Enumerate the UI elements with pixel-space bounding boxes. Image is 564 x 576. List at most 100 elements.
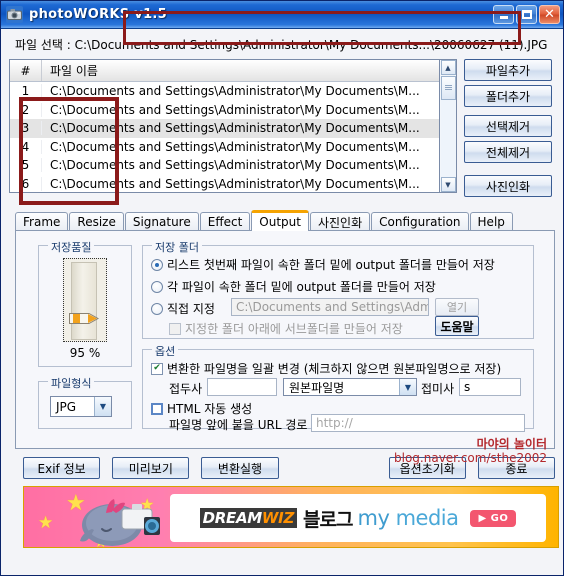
quality-slider-track[interactable]: [71, 262, 97, 340]
tab-frame[interactable]: Frame: [15, 212, 69, 231]
file-list-scrollbar[interactable]: ▲ ▼: [440, 59, 457, 193]
format-selected-value: JPG: [56, 399, 77, 414]
suffix-label: 접미사: [421, 380, 454, 397]
save-folder-group: 저장 폴더 리스트 첫번째 파일이 속한 폴더 밑에 output 폴더를 만들…: [142, 239, 534, 339]
star-icon: ★: [38, 513, 54, 533]
scroll-down-icon[interactable]: ▼: [440, 177, 456, 192]
photoworks-window: photoWORKS v1.5 ✕ 파일 선택 : C:\Documents a…: [0, 0, 564, 576]
radio-icon[interactable]: [151, 302, 163, 315]
chevron-down-icon[interactable]: ▼: [94, 397, 111, 416]
row-filename: C:\Documents and Settings\Administrator\…: [50, 158, 420, 173]
options-group-title: 옵션: [152, 343, 179, 359]
format-select[interactable]: JPG ▼: [50, 396, 112, 417]
subfolder-checkbox-row[interactable]: 지정한 폴더 아래에 서브폴더를 만들어 저장: [169, 320, 403, 337]
window-controls: ✕: [493, 5, 560, 24]
window-title: photoWORKS v1.5: [29, 7, 168, 22]
prefix-input[interactable]: [207, 378, 277, 396]
scrollbar-thumb[interactable]: [440, 76, 456, 100]
table-row[interactable]: 5 C:\Documents and Settings\Administrato…: [10, 156, 439, 175]
prefix-label-text: 접두사: [169, 382, 203, 396]
tab-resize[interactable]: Resize: [69, 212, 124, 231]
file-list-row: # 파일 이름 1 C:\Documents and Settings\Admi…: [9, 59, 555, 201]
row-index: 4: [10, 139, 42, 154]
custom-folder-path-input[interactable]: C:\Documents and Settings\Administrato: [231, 298, 429, 316]
table-row[interactable]: 1 C:\Documents and Settings\Administrato…: [10, 82, 439, 101]
client-area: 파일 선택 : C:\Documents and Settings\Admini…: [1, 29, 563, 548]
table-row[interactable]: 6 C:\Documents and Settings\Administrato…: [10, 175, 439, 193]
row-index: 5: [10, 158, 42, 173]
photo-print-button[interactable]: 사진인화: [464, 175, 552, 197]
prefix-label: 접두사: [169, 380, 202, 397]
scrollbar-track[interactable]: [440, 100, 456, 177]
tab-output[interactable]: Output: [251, 210, 309, 231]
add-file-button[interactable]: 파일추가: [464, 59, 552, 81]
row-index: 3: [10, 121, 42, 136]
row-filename: C:\Documents and Settings\Administrator\…: [50, 121, 420, 136]
column-header-filename: 파일 이름: [50, 64, 98, 78]
blog-text: 블로그: [303, 508, 353, 531]
filename-pattern-select[interactable]: 원본파일명 ▼: [283, 378, 417, 396]
checkbox-icon[interactable]: [151, 402, 163, 415]
row-index: 6: [10, 176, 42, 191]
tab-configuration[interactable]: Configuration: [371, 212, 469, 231]
help-button[interactable]: 도움말: [435, 316, 479, 336]
remove-all-button[interactable]: 전체제거: [464, 141, 552, 163]
html-checkbox-row[interactable]: HTML 자동 생성: [151, 400, 252, 417]
selected-file-path: 파일 선택 : C:\Documents and Settings\Admini…: [15, 38, 548, 52]
radio-first-file-folder-label: 리스트 첫번째 파일이 속한 폴더 밑에 output 폴더를 만들어 저장: [167, 258, 495, 272]
quality-value: 95 %: [69, 346, 101, 360]
row-filename: C:\Documents and Settings\Administrator\…: [50, 102, 420, 117]
add-folder-button[interactable]: 폴더추가: [464, 85, 552, 107]
suffix-label-text: 접미사: [421, 382, 455, 396]
subfolder-checkbox-label: 지정한 폴더 아래에 서브폴더를 만들어 저장: [185, 322, 403, 336]
remove-selected-button[interactable]: 선택제거: [464, 115, 552, 137]
radio-first-file-folder[interactable]: 리스트 첫번째 파일이 속한 폴더 밑에 output 폴더를 만들어 저장: [151, 256, 495, 273]
file-list-header: # 파일 이름: [10, 60, 439, 82]
row-index: 1: [10, 84, 42, 99]
output-tab-panel: 저장품질 95 % 파일형식 JPG ▼ 저장 폴더 리스트 첫번째 파일이 속…: [15, 230, 555, 449]
banner-logo-area[interactable]: DREAMWIZ 블로그 my media ▶ GO: [170, 494, 546, 542]
row-index: 2: [10, 102, 42, 117]
tab-signature[interactable]: Signature: [124, 212, 199, 231]
advertisement-banner[interactable]: ★ ★ ★ ★ DREAMW: [23, 486, 559, 548]
watermark-url: blog.naver.com/sthe2002: [394, 451, 547, 465]
radio-custom-folder[interactable]: 직접 지정: [151, 300, 215, 317]
table-row[interactable]: 2 C:\Documents and Settings\Administrato…: [10, 101, 439, 120]
go-button[interactable]: ▶ GO: [470, 509, 517, 527]
url-label-text: 파일명 앞에 붙을 URL 경로 입력: [169, 418, 334, 432]
scroll-up-icon[interactable]: ▲: [440, 60, 456, 75]
tab-effect[interactable]: Effect: [199, 212, 251, 231]
tab-help[interactable]: Help: [469, 212, 513, 231]
exif-info-button[interactable]: Exif 정보: [23, 457, 101, 479]
dreamwiz-logo: DREAMWIZ: [199, 508, 298, 528]
list-action-buttons: 파일추가 폴더추가 선택제거 전체제거 사진인화: [464, 59, 552, 201]
convert-button[interactable]: 변환실행: [201, 457, 279, 479]
checkbox-icon[interactable]: ✔: [151, 362, 163, 375]
quality-slider[interactable]: [63, 258, 107, 342]
quality-group-title: 저장품질: [48, 239, 95, 255]
file-list[interactable]: # 파일 이름 1 C:\Documents and Settings\Admi…: [9, 59, 440, 193]
preview-button[interactable]: 미리보기: [112, 457, 190, 479]
save-folder-group-title: 저장 폴더: [152, 239, 202, 255]
checkbox-icon[interactable]: [169, 322, 181, 335]
maximize-button[interactable]: [516, 5, 537, 24]
url-input[interactable]: http://: [311, 414, 525, 432]
suffix-input[interactable]: s: [459, 378, 521, 396]
table-row[interactable]: 4 C:\Documents and Settings\Administrato…: [10, 138, 439, 157]
title-bar: photoWORKS v1.5 ✕: [1, 1, 563, 29]
browse-folder-button[interactable]: 열기: [435, 298, 479, 316]
close-button[interactable]: ✕: [539, 5, 560, 24]
radio-each-file-folder[interactable]: 각 파일이 속한 폴더 밑에 output 폴더를 만들어 저장: [151, 278, 436, 295]
tab-photo-print[interactable]: 사진인화: [309, 212, 371, 231]
table-row[interactable]: 3 C:\Documents and Settings\Administrato…: [10, 119, 439, 138]
row-filename: C:\Documents and Settings\Administrator\…: [50, 176, 420, 191]
watermark-title: 마야의 놀이터: [476, 437, 547, 451]
rename-checkbox-row[interactable]: ✔ 변환한 파일명을 일괄 변경 (체크하지 않으면 원본파일명으로 저장): [151, 360, 501, 377]
radio-icon[interactable]: [151, 280, 163, 293]
chevron-down-icon[interactable]: ▼: [399, 379, 416, 395]
radio-custom-folder-label: 직접 지정: [167, 302, 215, 316]
radio-icon[interactable]: [151, 258, 163, 271]
html-checkbox-label: HTML 자동 생성: [167, 402, 253, 416]
minimize-button[interactable]: [493, 5, 514, 24]
quality-slider-thumb[interactable]: [69, 312, 100, 325]
